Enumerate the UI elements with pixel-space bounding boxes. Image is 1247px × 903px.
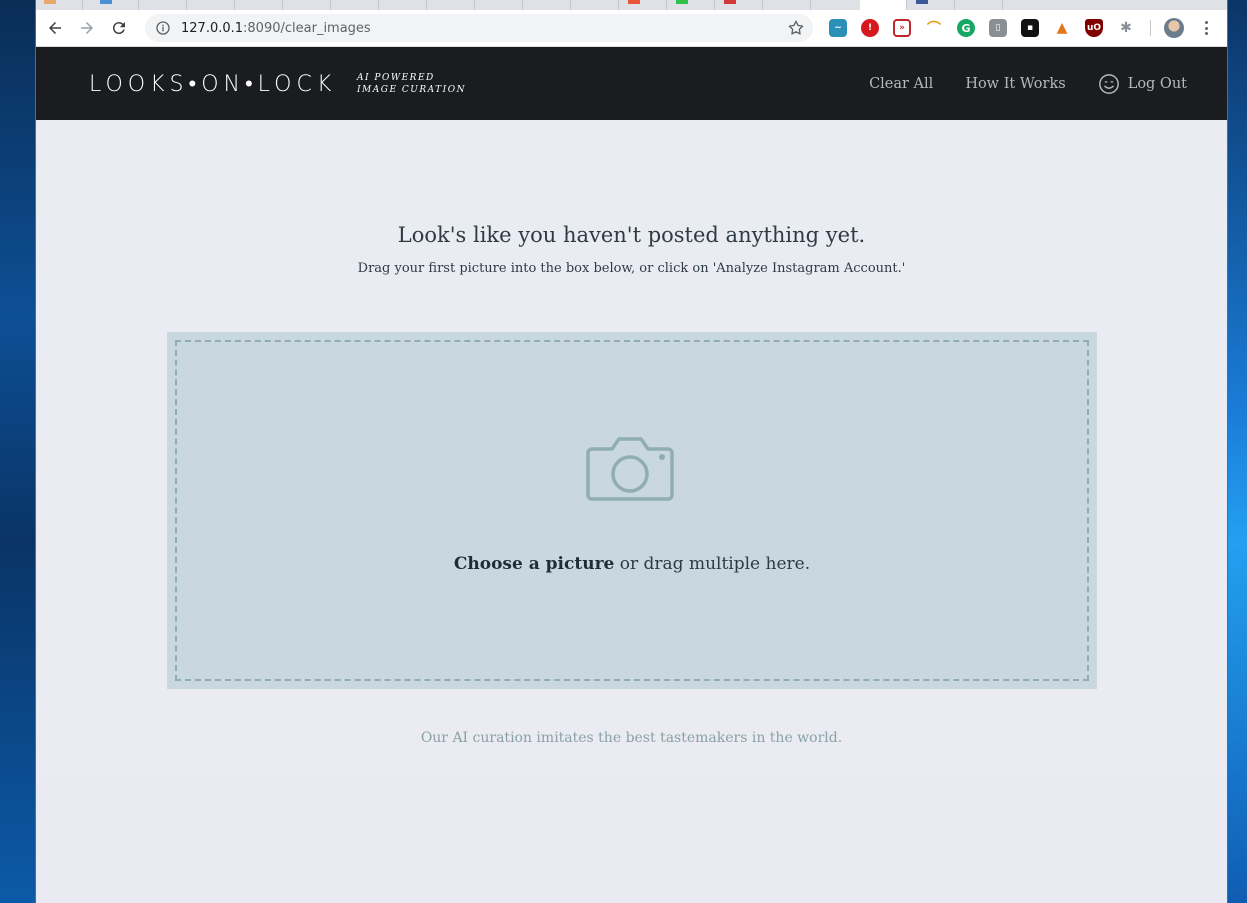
- url-path: :8090/clear_images: [243, 20, 371, 36]
- site-nav: Clear All How It Works Log Out: [869, 47, 1187, 120]
- log-out-label: Log Out: [1127, 75, 1187, 92]
- metamask-fox-icon[interactable]: ▲: [1053, 19, 1071, 37]
- tab[interactable]: [140, 0, 187, 10]
- info-icon[interactable]: [155, 20, 171, 36]
- smiley-icon: [1098, 73, 1119, 94]
- tab-active[interactable]: [860, 0, 907, 10]
- desktop-wallpaper-right: [1225, 0, 1247, 903]
- tab[interactable]: [716, 0, 763, 10]
- back-arrow-icon: [49, 22, 61, 34]
- url-host: 127.0.0.1: [181, 20, 244, 36]
- tab[interactable]: [236, 0, 283, 10]
- tab[interactable]: [92, 0, 139, 10]
- tab[interactable]: [476, 0, 523, 10]
- forward-button[interactable]: [74, 15, 100, 41]
- tab[interactable]: [764, 0, 811, 10]
- profile-avatar[interactable]: [1164, 18, 1184, 38]
- desktop-wallpaper-left: [0, 0, 36, 903]
- tagline-line2: IMAGE CURATION: [357, 85, 466, 95]
- bookmark-star-icon[interactable]: [787, 19, 805, 37]
- site-logo[interactable]: LOOKS•ON•LOCK: [89, 71, 336, 97]
- browser-toolbar: 127.0.0.1:8090/clear_images ~ ! » ⌒ G ▯ …: [36, 10, 1227, 47]
- tab[interactable]: [428, 0, 475, 10]
- tab[interactable]: [620, 0, 667, 10]
- tab[interactable]: [284, 0, 331, 10]
- extension-forward-icon[interactable]: »: [893, 19, 911, 37]
- extension-stop-icon[interactable]: !: [861, 19, 879, 37]
- tab[interactable]: [524, 0, 571, 10]
- tab[interactable]: [668, 0, 715, 10]
- url-text[interactable]: 127.0.0.1:8090/clear_images: [181, 21, 371, 36]
- how-it-works-link[interactable]: How It Works: [965, 76, 1065, 92]
- dropzone-dashed-border: [175, 340, 1089, 681]
- extension-bug-icon[interactable]: ✱: [1117, 19, 1135, 37]
- tab[interactable]: [380, 0, 427, 10]
- tab[interactable]: [188, 0, 235, 10]
- tab[interactable]: [572, 0, 619, 10]
- empty-state-headline: Look's like you haven't posted anything …: [397, 223, 866, 247]
- browser-menu-icon[interactable]: [1198, 19, 1214, 37]
- site-header: LOOKS•ON•LOCK AI POWERED IMAGE CURATION …: [36, 47, 1227, 120]
- tagline-line1: AI POWERED: [357, 73, 435, 83]
- drag-multiple-text: or drag multiple here.: [614, 554, 811, 574]
- extension-grammarly-icon[interactable]: G: [957, 19, 975, 37]
- log-out-link[interactable]: Log Out: [1098, 73, 1187, 95]
- reload-icon: [112, 22, 125, 35]
- empty-state-subheadline: Drag your first picture into the box bel…: [357, 261, 906, 276]
- clear-all-link[interactable]: Clear All: [869, 76, 933, 92]
- extension-tile-icon[interactable]: ▯: [989, 19, 1007, 37]
- reload-button[interactable]: [106, 15, 132, 41]
- camera-icon: [586, 437, 674, 501]
- site-tagline: AI POWERED IMAGE CURATION: [357, 72, 466, 96]
- tab[interactable]: [908, 0, 955, 10]
- tab-strip: [36, 0, 1227, 10]
- tab[interactable]: [36, 0, 83, 10]
- toolbar-separator: [1150, 20, 1151, 36]
- main-content: Look's like you haven't posted anything …: [36, 120, 1227, 903]
- forward-arrow-icon: [81, 22, 93, 34]
- extension-dark-icon[interactable]: ▪: [1021, 19, 1039, 37]
- address-bar[interactable]: 127.0.0.1:8090/clear_images: [145, 14, 813, 42]
- extension-arc-icon[interactable]: ⌒: [925, 19, 943, 37]
- tab[interactable]: [332, 0, 379, 10]
- choose-picture-link[interactable]: Choose a picture: [454, 554, 615, 574]
- tagline-footer-note: Our AI curation imitates the best tastem…: [420, 730, 843, 746]
- dropzone-text: Choose a picture or drag multiple here.: [167, 554, 1097, 574]
- back-button[interactable]: [42, 15, 68, 41]
- image-dropzone[interactable]: Choose a picture or drag multiple here.: [167, 332, 1097, 689]
- tab[interactable]: [956, 0, 1003, 10]
- ublock-origin-icon[interactable]: uO: [1085, 19, 1103, 37]
- browser-window: 127.0.0.1:8090/clear_images ~ ! » ⌒ G ▯ …: [35, 0, 1228, 903]
- extension-wave-icon[interactable]: ~: [829, 19, 847, 37]
